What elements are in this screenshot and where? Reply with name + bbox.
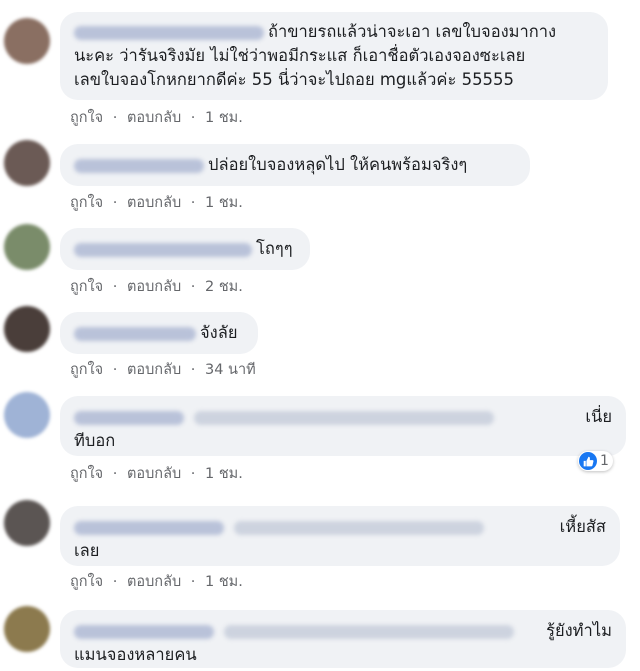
comment-text-line: เลย <box>74 541 100 560</box>
reaction-count-badge[interactable]: 1 <box>578 451 613 471</box>
avatar[interactable] <box>4 392 50 438</box>
timestamp[interactable]: 1 ชม. <box>205 110 243 126</box>
reply-link[interactable]: ตอบกลับ <box>127 574 181 590</box>
avatar[interactable] <box>4 224 50 270</box>
timestamp[interactable]: 1 ชม. <box>205 574 243 590</box>
timestamp[interactable]: 34 นาที <box>205 362 256 378</box>
separator: · <box>112 466 118 482</box>
like-link[interactable]: ถูกใจ <box>70 574 103 590</box>
comment-text-line: เหี้ยสัส <box>559 517 606 536</box>
reply-link[interactable]: ตอบกลับ <box>127 195 181 211</box>
like-link[interactable]: ถูกใจ <box>70 466 103 482</box>
comment-bubble: จังลัย <box>60 312 258 354</box>
comment-text-line: เลขใบจองโกหกยากดีค่ะ 55 นี่ว่าจะไปถอย mg… <box>74 70 515 89</box>
comment-text-line: แมนจองหลายคน <box>74 645 197 664</box>
comment-actions: ถูกใจ · ตอบกลับ · 1 ชม. <box>70 570 243 593</box>
separator: · <box>190 466 196 482</box>
comment-bubble: รู้ยังทำไม แมนจองหลายคน <box>60 610 626 668</box>
blurred-author-name[interactable] <box>74 158 204 173</box>
separator: · <box>190 279 196 295</box>
separator: · <box>190 362 196 378</box>
separator: · <box>112 110 118 126</box>
reply-link[interactable]: ตอบกลับ <box>127 279 181 295</box>
blurred-author-name[interactable] <box>74 410 184 425</box>
blurred-author-subtitle <box>224 624 514 639</box>
timestamp[interactable]: 2 ชม. <box>205 279 243 295</box>
comment-bubble: โถๆๆ <box>60 228 310 270</box>
comment-actions: ถูกใจ · ตอบกลับ · 34 นาที <box>70 358 256 381</box>
like-link[interactable]: ถูกใจ <box>70 195 103 211</box>
separator: · <box>190 110 196 126</box>
separator: · <box>112 574 118 590</box>
blurred-author-name[interactable] <box>74 624 214 639</box>
reply-link[interactable]: ตอบกลับ <box>127 110 181 126</box>
avatar[interactable] <box>4 18 50 64</box>
reaction-count: 1 <box>600 453 609 469</box>
separator: · <box>190 195 196 211</box>
avatar[interactable] <box>4 606 50 652</box>
like-link[interactable]: ถูกใจ <box>70 362 103 378</box>
avatar[interactable] <box>4 306 50 352</box>
comment-text-line: ถ้าขายรถแล้วน่าจะเอา เลขใบจองมากาง <box>268 22 557 41</box>
timestamp[interactable]: 1 ชม. <box>205 466 243 482</box>
comment-bubble: ปล่อยใบจองหลุดไป ให้คนพร้อมจริงๆ <box>60 144 530 186</box>
comment-text-line: ปล่อยใบจองหลุดไป ให้คนพร้อมจริงๆ <box>208 155 468 174</box>
comment-actions: ถูกใจ · ตอบกลับ · 1 ชม. <box>70 106 243 129</box>
comment-text-line: รู้ยังทำไม <box>546 621 612 640</box>
like-link[interactable]: ถูกใจ <box>70 110 103 126</box>
reply-link[interactable]: ตอบกลับ <box>127 362 181 378</box>
comment-bubble: เหี้ยสัส เลย <box>60 506 620 566</box>
separator: · <box>190 574 196 590</box>
blurred-author-name[interactable] <box>74 25 264 40</box>
blurred-author-name[interactable] <box>74 520 224 535</box>
blurred-author-name[interactable] <box>74 326 196 341</box>
comment-bubble: เนี่ย ทีบอก <box>60 396 626 456</box>
separator: · <box>112 279 118 295</box>
like-link[interactable]: ถูกใจ <box>70 279 103 295</box>
avatar[interactable] <box>4 140 50 186</box>
like-reaction-icon <box>579 452 597 470</box>
comment-actions: ถูกใจ · ตอบกลับ · 1 ชม. <box>70 191 243 214</box>
comment-bubble: ถ้าขายรถแล้วน่าจะเอา เลขใบจองมากาง นะคะ … <box>60 12 608 100</box>
timestamp[interactable]: 1 ชม. <box>205 195 243 211</box>
comment-text-line: เนี่ย <box>585 407 612 426</box>
comment-text-line: จังลัย <box>200 323 238 342</box>
comment-text-line: ทีบอก <box>74 431 116 450</box>
separator: · <box>112 362 118 378</box>
blurred-author-name[interactable] <box>74 242 252 257</box>
avatar[interactable] <box>4 500 50 546</box>
comment-actions: ถูกใจ · ตอบกลับ · 1 ชม. <box>70 462 243 485</box>
blurred-author-subtitle <box>194 410 494 425</box>
comment-text-line: โถๆๆ <box>256 239 293 258</box>
reply-link[interactable]: ตอบกลับ <box>127 466 181 482</box>
comment-text-line: นะคะ ว่ารันจริงมัย ไม่ใช่ว่าพอมีกระแส ก็… <box>74 46 526 65</box>
blurred-author-subtitle <box>234 520 484 535</box>
comment-actions: ถูกใจ · ตอบกลับ · 2 ชม. <box>70 275 243 298</box>
separator: · <box>112 195 118 211</box>
